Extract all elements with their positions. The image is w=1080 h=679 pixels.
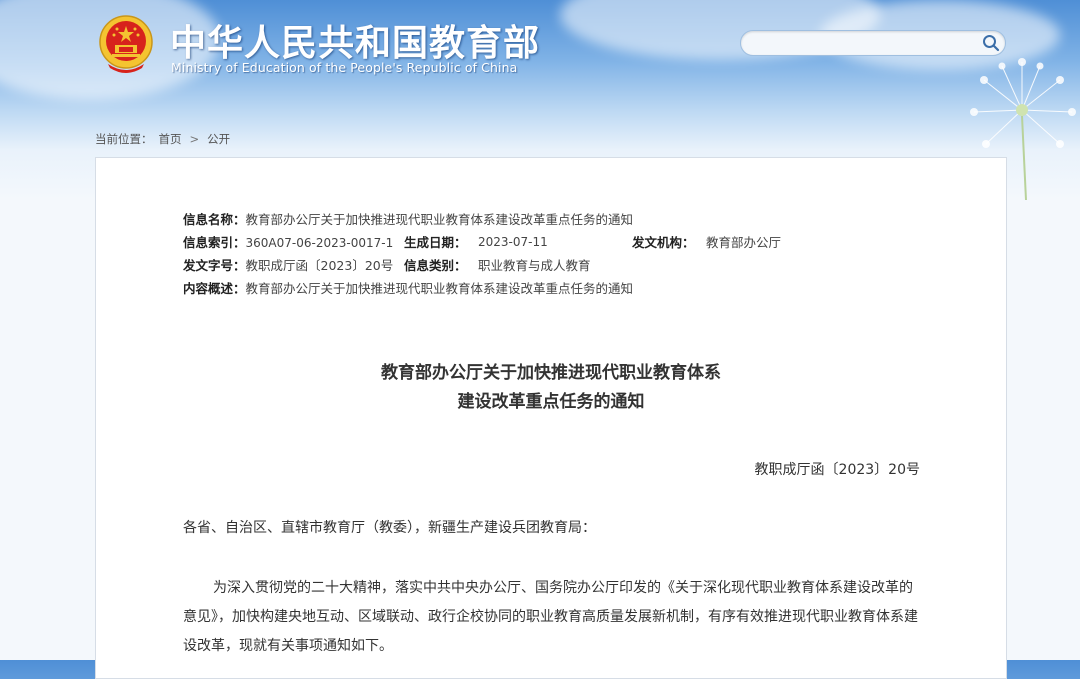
meta-name-label: 信息名称：	[183, 212, 246, 227]
meta-row-summary: 内容概述：教育部办公厅关于加快推进现代职业教育体系建设改革重点任务的通知	[183, 277, 633, 300]
meta-name-value: 教育部办公厅关于加快推进现代职业教育体系建设改革重点任务的通知	[245, 212, 634, 227]
site-header: 中华人民共和国教育部 Ministry of Education of the …	[0, 0, 1080, 200]
document-metadata: 信息名称：教育部办公厅关于加快推进现代职业教育体系建设改革重点任务的通知 信息索…	[183, 208, 781, 300]
document-paragraph: 为深入贯彻党的二十大精神，落实中共中央办公厅、国务院办公厅印发的《关于深化现代职…	[183, 580, 918, 654]
breadcrumb-home-link[interactable]: 首页	[159, 132, 182, 146]
site-title[interactable]: 中华人民共和国教育部	[170, 14, 540, 66]
meta-org-value: 教育部办公厅	[706, 235, 782, 250]
document-title-line-2: 建设改革重点任务的通知	[457, 392, 645, 412]
meta-row-name: 信息名称：教育部办公厅关于加快推进现代职业教育体系建设改革重点任务的通知	[183, 208, 633, 231]
breadcrumb-separator: >	[189, 132, 200, 146]
document-addressee: 各省、自治区、直辖市教育厅（教委），新疆生产建设兵团教育局：	[183, 520, 596, 536]
meta-date-value: 2023-07-11	[478, 235, 548, 249]
breadcrumb-label: 当前位置：	[95, 132, 153, 146]
meta-category-value: 职业教育与成人教育	[478, 258, 591, 273]
meta-row-docno: 发文字号：教职成厅函〔2023〕20号 信息类别： 职业教育与成人教育	[183, 254, 633, 277]
meta-summary-label: 内容概述：	[183, 281, 246, 296]
meta-index-value: 360A07-06-2023-0017-1	[245, 236, 394, 250]
search-input[interactable]	[753, 34, 977, 54]
meta-docno-value: 教职成厅函〔2023〕20号	[245, 258, 394, 273]
meta-docno-label: 发文字号：	[183, 258, 246, 273]
site-subtitle: Ministry of Education of the People's Re…	[171, 60, 518, 75]
national-emblem-icon	[99, 15, 153, 73]
document-number: 教职成厅函〔2023〕20号	[754, 462, 920, 478]
breadcrumb: 当前位置： 首页 > 公开	[95, 131, 236, 147]
breadcrumb-public-link[interactable]: 公开	[207, 132, 230, 146]
meta-row-index: 信息索引：360A07-06-2023-0017-1 生成日期： 2023-07-…	[183, 231, 781, 254]
document-title-line-1: 教育部办公厅关于加快推进现代职业教育体系	[381, 363, 721, 383]
meta-org-label: 发文机构：	[632, 235, 695, 250]
content-panel: 信息名称：教育部办公厅关于加快推进现代职业教育体系建设改革重点任务的通知 信息索…	[95, 157, 1007, 679]
meta-category-label: 信息类别：	[404, 258, 467, 273]
meta-date-label: 生成日期：	[404, 235, 467, 250]
meta-summary-value: 教育部办公厅关于加快推进现代职业教育体系建设改革重点任务的通知	[245, 281, 634, 296]
meta-index-label: 信息索引：	[183, 235, 246, 250]
